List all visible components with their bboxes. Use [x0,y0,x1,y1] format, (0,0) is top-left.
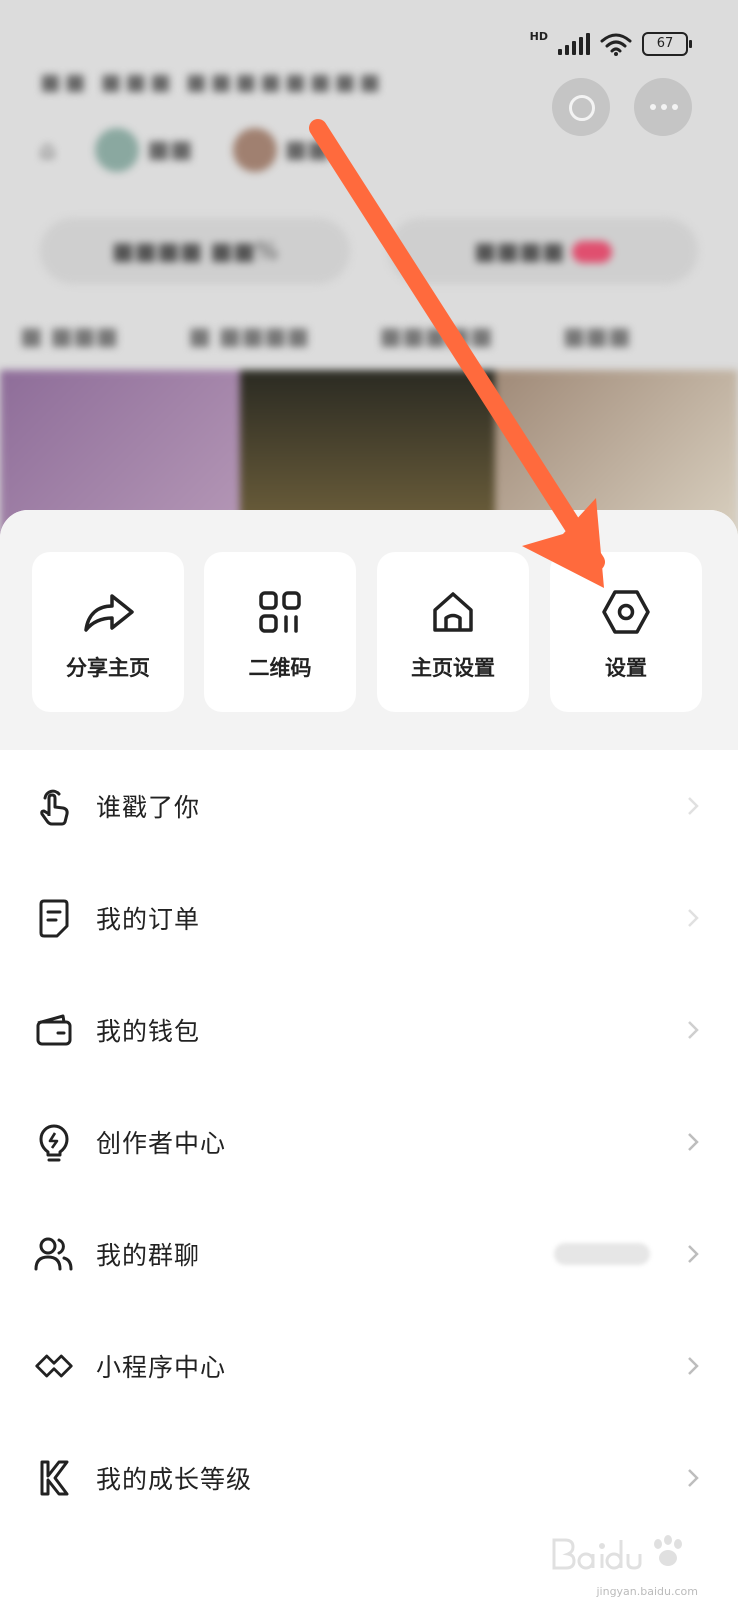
chevron-right-icon [688,909,699,927]
bg-avatar [95,128,140,172]
chevron-right-icon [688,1133,699,1151]
share-icon [80,584,136,640]
more-dots-icon [650,104,678,110]
search-button[interactable] [552,78,610,136]
signal-icon [558,33,590,55]
bg-user-row: ⌂ ■■ ■■ [40,128,330,172]
bg-item: ⌂ [40,136,56,164]
menu-item-my-group-chats[interactable]: 我的群聊 [0,1198,738,1310]
menu-item-who-poked[interactable]: 谁戳了你 [0,750,738,862]
menu-item-label: 谁戳了你 [96,793,201,822]
background-profile-page: ■■ ■■■ ■■■■■■■■ ⌂ ■■ ■■ ■■■■ ■■% ■■■■ ■ … [0,0,738,560]
group-users-icon [34,1234,74,1274]
quick-actions-bar: 分享主页 二维码 主页设置 设置 [0,510,738,750]
bg-tab: ■ ■■■■ [188,322,310,350]
bg-item: ■■ [95,128,193,172]
search-icon [569,95,595,121]
menu-item-label: 我的群聊 [96,1241,201,1270]
menu-list: 谁戳了你 我的订单 我的钱包 创作者中心 我的群聊 小程序中心 我的成长等级 [0,750,738,1534]
quick-action-label: 设置 [605,656,647,680]
settings-hexagon-icon [598,584,654,640]
status-bar: HD 67 [0,22,738,66]
qr-code-icon [252,584,308,640]
homepage-settings-button[interactable]: 主页设置 [377,552,529,712]
bg-item: ■■ [232,128,330,172]
watermark-logo [552,1535,682,1570]
order-doc-icon [34,898,74,938]
chevron-right-icon [688,1021,699,1039]
watermark-url: jingyan.baidu.com [596,1585,698,1598]
chevron-right-icon [688,797,699,815]
menu-item-label: 创作者中心 [96,1129,227,1158]
chevron-right-icon [688,1469,699,1487]
bg-nav-text: ■■ ■■■ ■■■■■■■■ [40,70,385,95]
menu-item-label: 我的钱包 [96,1017,201,1046]
background-blur: ■■ ■■■ ■■■■■■■■ ⌂ ■■ ■■ ■■■■ ■■% ■■■■ ■ … [0,0,738,560]
bg-badge [572,241,613,263]
share-homepage-button[interactable]: 分享主页 [32,552,184,712]
wallet-icon [34,1010,74,1050]
menu-item-label: 小程序中心 [96,1353,227,1382]
bg-avatar [232,128,277,172]
tap-finger-icon [34,786,74,826]
quick-action-label: 分享主页 [66,656,150,680]
bg-pill: ■■■■ ■■% [40,218,350,284]
menu-item-label: 我的成长等级 [96,1465,253,1494]
menu-item-mini-program-center[interactable]: 小程序中心 [0,1310,738,1422]
bg-tabs: ■ ■■■ ■ ■■■■ ■■■■■ ■■■ [0,322,738,350]
bg-tab: ■■■■■ [379,322,493,350]
bottom-sheet: 分享主页 二维码 主页设置 设置 谁戳了你 我的订单 我的钱包 创作者中心 我的… [0,510,738,1600]
settings-button[interactable]: 设置 [550,552,702,712]
status-icons: HD 67 [529,29,692,56]
more-button[interactable] [634,78,692,136]
chevron-right-icon [688,1245,699,1263]
quick-action-label: 主页设置 [411,656,495,680]
menu-item-creator-center[interactable]: 创作者中心 [0,1086,738,1198]
home-icon [425,584,481,640]
bulb-icon [34,1122,74,1162]
menu-item-label: 我的订单 [96,905,201,934]
wifi-icon [600,33,632,56]
chevron-right-icon [688,1357,699,1375]
menu-item-growth-level[interactable]: 我的成长等级 [0,1422,738,1534]
bg-tab: ■■■ [562,322,631,350]
quick-action-label: 二维码 [248,656,312,680]
bg-pill: ■■■■ [388,218,698,284]
network-label: HD [529,29,548,43]
mini-program-icon [34,1346,74,1386]
battery-indicator: 67 [642,32,692,56]
growth-k-icon [34,1458,74,1498]
blurred-badge [554,1243,650,1265]
bg-buttons: ■■■■ ■■% ■■■■ [40,218,698,284]
qr-code-button[interactable]: 二维码 [204,552,356,712]
menu-item-my-orders[interactable]: 我的订单 [0,862,738,974]
menu-item-my-wallet[interactable]: 我的钱包 [0,974,738,1086]
bg-tab: ■ ■■■ [20,322,119,350]
